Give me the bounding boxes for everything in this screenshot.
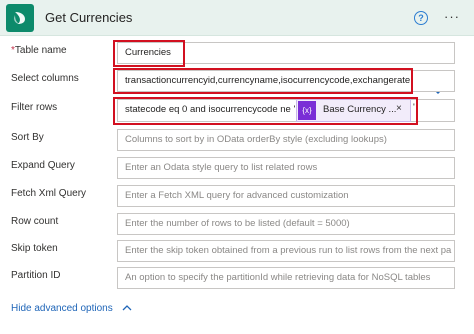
action-title: Get Currencies [45,10,133,25]
token-label: Base Currency ... [323,104,397,115]
partition-id-row: Partition ID An option to specify the pa… [0,267,474,289]
sort-by-label: Sort By [11,132,44,143]
partition-id-label: Partition ID [11,270,61,281]
row-count-input[interactable]: Enter the number of rows to be listed (d… [117,213,455,235]
chevron-up-icon [122,305,131,311]
expression-icon: {x} [298,101,316,120]
row-count-placeholder: Enter the number of rows to be listed (d… [125,218,350,229]
expand-query-input[interactable]: Enter an Odata style query to list relat… [117,157,455,179]
select-columns-input[interactable]: transactioncurrencyid,currencyname,isocu… [117,70,455,92]
fetch-xml-query-placeholder: Enter a Fetch XML query for advanced cus… [125,190,349,201]
partition-id-input[interactable]: An option to specify the partitionId whi… [117,267,455,289]
fetch-xml-query-row: Fetch Xml Query Enter a Fetch XML query … [0,185,474,207]
table-name-label-text: Table name [14,45,67,56]
select-columns-row: Select columns transactioncurrencyid,cur… [0,70,474,92]
more-options-icon[interactable]: ··· [444,9,460,24]
hide-advanced-options-link[interactable]: Hide advanced options [11,303,132,314]
table-name-select[interactable]: Currencies [117,42,455,64]
dataverse-icon [6,4,34,32]
row-count-label: Row count [11,216,59,227]
expand-query-label: Expand Query [11,160,75,171]
action-card: Get Currencies ? ··· *Table name Currenc… [0,0,474,334]
sort-by-input[interactable]: Columns to sort by in OData orderBy styl… [117,129,455,151]
expand-query-placeholder: Enter an Odata style query to list relat… [125,162,318,173]
token-remove-icon[interactable]: × [396,103,402,114]
filter-trailing-quote: ' [413,102,415,113]
sort-by-placeholder: Columns to sort by in OData orderBy styl… [125,134,387,145]
skip-token-row: Skip token Enter the skip token obtained… [0,240,474,262]
select-columns-label: Select columns [11,73,79,84]
skip-token-input[interactable]: Enter the skip token obtained from a pre… [117,240,455,262]
sort-by-row: Sort By Columns to sort by in OData orde… [0,129,474,151]
table-name-value: Currencies [125,47,171,58]
action-header[interactable]: Get Currencies ? ··· [0,0,474,36]
skip-token-placeholder: Enter the skip token obtained from a pre… [125,245,452,256]
partition-id-placeholder: An option to specify the partitionId whi… [125,272,431,283]
fetch-xml-query-label: Fetch Xml Query [11,188,87,199]
skip-token-label: Skip token [11,243,58,254]
table-name-row: *Table name Currencies [0,42,474,95]
fetch-xml-query-input[interactable]: Enter a Fetch XML query for advanced cus… [117,185,455,207]
hide-advanced-options-label: Hide advanced options [11,303,113,314]
help-icon[interactable]: ? [414,11,428,25]
select-columns-value: transactioncurrencyid,currencyname,isocu… [125,75,411,86]
expand-query-row: Expand Query Enter an Odata style query … [0,157,474,179]
filter-rows-value: statecode eq 0 and isocurrencycode ne ' [125,104,296,115]
base-currency-token[interactable]: {x} Base Currency ... × [296,99,411,122]
row-count-row: Row count Enter the number of rows to be… [0,213,474,235]
table-name-label: *Table name [11,45,67,56]
filter-rows-label: Filter rows [11,102,58,113]
